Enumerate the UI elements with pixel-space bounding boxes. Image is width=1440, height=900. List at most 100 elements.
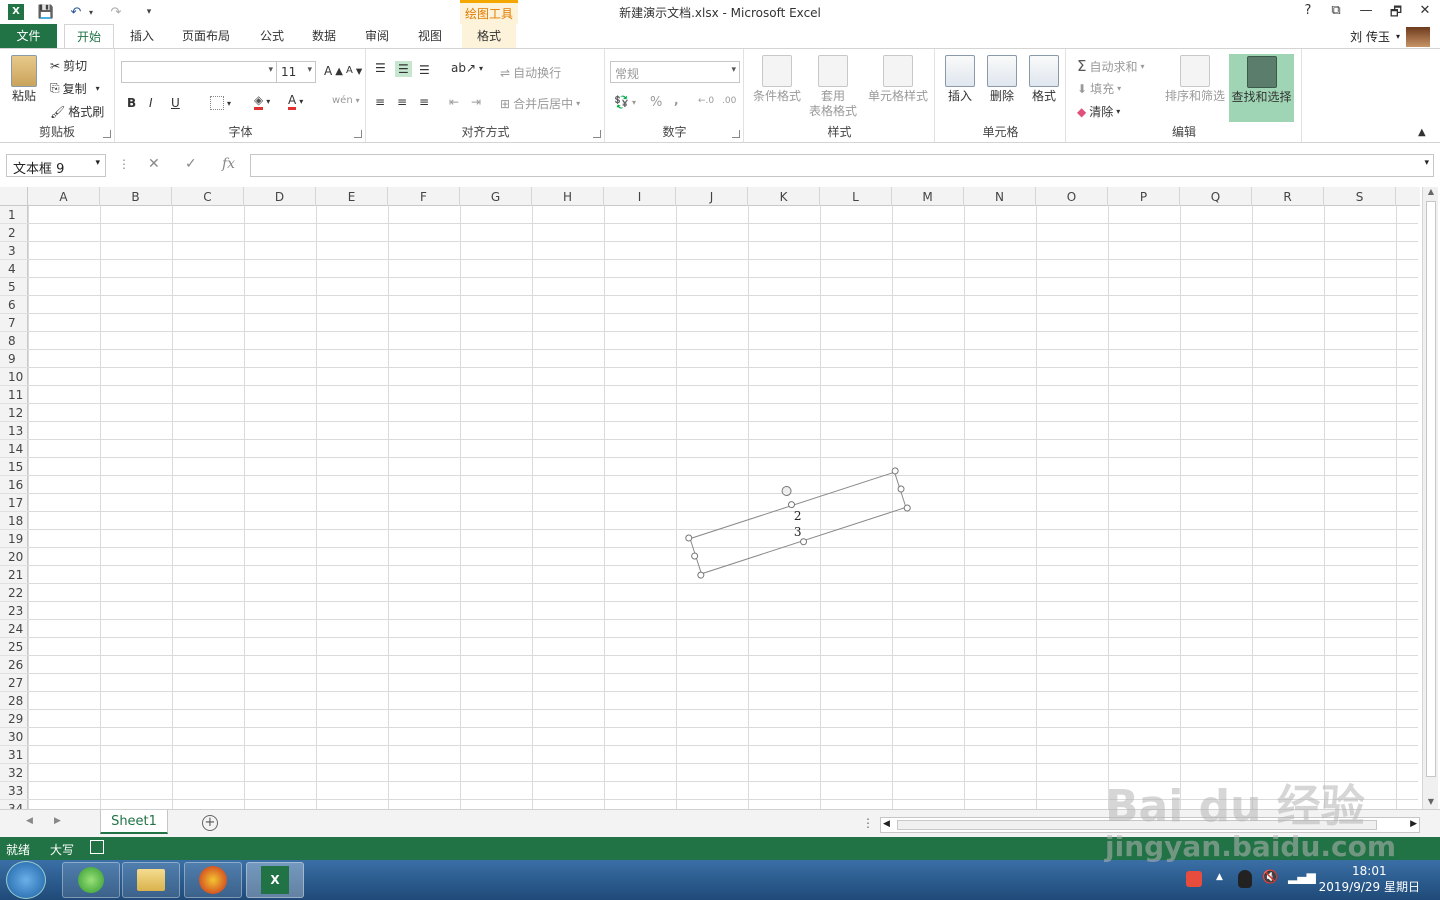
tray-volume-muted-icon[interactable]: 🔇 bbox=[1262, 870, 1278, 885]
text-box-content[interactable]: 2 3 bbox=[690, 504, 906, 540]
tray-network-icon[interactable]: ▂▄▆ bbox=[1288, 870, 1316, 884]
merge-center-button[interactable]: ⊞ 合并后居中 ▾ bbox=[500, 95, 580, 112]
orientation-icon[interactable]: ab↗ ▾ bbox=[451, 61, 483, 75]
column-header-c[interactable]: C bbox=[172, 187, 244, 206]
taskbar-browser-icon[interactable] bbox=[62, 862, 120, 898]
align-middle-icon[interactable]: ☰ bbox=[395, 61, 412, 77]
row-header-2[interactable]: 2 bbox=[0, 224, 28, 242]
clear-button[interactable]: ◆ 清除 ▾ bbox=[1077, 103, 1120, 120]
column-header-k[interactable]: K bbox=[748, 187, 820, 206]
column-header-d[interactable]: D bbox=[244, 187, 316, 206]
column-header-l[interactable]: L bbox=[820, 187, 892, 206]
vertical-scrollbar[interactable]: ▲ ▼ bbox=[1422, 187, 1438, 809]
format-painter-button[interactable]: 🖌 格式刷 bbox=[50, 103, 104, 120]
tab-file[interactable]: 文件 bbox=[0, 24, 57, 49]
row-header-11[interactable]: 11 bbox=[0, 386, 28, 404]
dialog-launcher-icon[interactable] bbox=[593, 130, 601, 138]
tab-format[interactable]: 格式 bbox=[462, 24, 516, 49]
row-header-5[interactable]: 5 bbox=[0, 278, 28, 296]
row-header-33[interactable]: 33 bbox=[0, 782, 28, 800]
row-header-10[interactable]: 10 bbox=[0, 368, 28, 386]
help-button[interactable]: ? bbox=[1298, 3, 1318, 21]
column-header-m[interactable]: M bbox=[892, 187, 964, 206]
restore-button[interactable]: 🗗 bbox=[1386, 3, 1406, 21]
format-cells-button[interactable]: 格式 bbox=[1026, 55, 1062, 104]
row-header-30[interactable]: 30 bbox=[0, 728, 28, 746]
font-size-combo[interactable]: 11 ▾ bbox=[276, 61, 316, 83]
column-header-n[interactable]: N bbox=[964, 187, 1036, 206]
taskbar-excel-icon[interactable]: X bbox=[246, 862, 304, 898]
dialog-launcher-icon[interactable] bbox=[103, 130, 111, 138]
taskbar-explorer-icon[interactable] bbox=[122, 862, 180, 898]
format-as-table-button[interactable]: 套用 表格格式 bbox=[803, 55, 863, 119]
scroll-thumb[interactable] bbox=[1426, 201, 1436, 777]
scroll-down-icon[interactable]: ▼ bbox=[1423, 797, 1439, 809]
row-header-1[interactable]: 1 bbox=[0, 206, 28, 224]
wrap-text-button[interactable]: ⇌ 自动换行 bbox=[500, 64, 561, 81]
percent-button[interactable]: % bbox=[650, 95, 662, 110]
row-header-19[interactable]: 19 bbox=[0, 530, 28, 548]
row-header-16[interactable]: 16 bbox=[0, 476, 28, 494]
scroll-sheets-right-icon[interactable]: ▶ bbox=[54, 816, 61, 826]
formula-input[interactable]: ▾ bbox=[250, 154, 1434, 177]
row-header-6[interactable]: 6 bbox=[0, 296, 28, 314]
row-header-13[interactable]: 13 bbox=[0, 422, 28, 440]
cancel-icon[interactable]: ✕ bbox=[148, 156, 160, 172]
align-left-icon[interactable]: ≡ bbox=[375, 95, 385, 109]
row-header-4[interactable]: 4 bbox=[0, 260, 28, 278]
dialog-launcher-icon[interactable] bbox=[354, 130, 362, 138]
name-box[interactable]: 文本框 9 ▾ bbox=[6, 154, 106, 177]
decrease-decimal-icon[interactable]: .00 bbox=[722, 96, 736, 106]
sheet-tab-sheet1[interactable]: Sheet1 bbox=[100, 810, 168, 834]
row-header-31[interactable]: 31 bbox=[0, 746, 28, 764]
column-header-o[interactable]: O bbox=[1036, 187, 1108, 206]
find-select-button[interactable]: 查找和选择 bbox=[1229, 54, 1294, 122]
column-header-q[interactable]: Q bbox=[1180, 187, 1252, 206]
row-header-12[interactable]: 12 bbox=[0, 404, 28, 422]
select-all-corner[interactable] bbox=[0, 187, 28, 206]
row-header-18[interactable]: 18 bbox=[0, 512, 28, 530]
font-color-button[interactable]: A ▾ bbox=[288, 93, 303, 110]
row-header-23[interactable]: 23 bbox=[0, 602, 28, 620]
row-header-22[interactable]: 22 bbox=[0, 584, 28, 602]
column-header-p[interactable]: P bbox=[1108, 187, 1180, 206]
row-header-14[interactable]: 14 bbox=[0, 440, 28, 458]
column-header-e[interactable]: E bbox=[316, 187, 388, 206]
tab-formulas[interactable]: 公式 bbox=[250, 24, 294, 49]
row-header-8[interactable]: 8 bbox=[0, 332, 28, 350]
phonetic-button[interactable]: wén ▾ bbox=[332, 95, 360, 106]
tray-sogou-icon[interactable] bbox=[1186, 871, 1202, 887]
row-header-20[interactable]: 20 bbox=[0, 548, 28, 566]
bold-button[interactable]: B bbox=[127, 96, 136, 110]
decrease-indent-icon[interactable]: ⇤ bbox=[449, 95, 459, 109]
insert-function-icon[interactable]: fx bbox=[222, 156, 235, 172]
scroll-up-icon[interactable]: ▲ bbox=[1423, 187, 1439, 199]
tab-view[interactable]: 视图 bbox=[408, 24, 452, 49]
grow-font-button[interactable]: A ▲ bbox=[324, 64, 343, 78]
row-header-32[interactable]: 32 bbox=[0, 764, 28, 782]
tray-show-hidden-icon[interactable]: ▲ bbox=[1216, 872, 1223, 882]
enter-icon[interactable]: ✓ bbox=[185, 156, 197, 172]
number-format-combo[interactable]: 常规 ▾ bbox=[610, 61, 740, 83]
row-header-3[interactable]: 3 bbox=[0, 242, 28, 260]
dialog-launcher-icon[interactable] bbox=[732, 130, 740, 138]
column-header-a[interactable]: A bbox=[28, 187, 100, 206]
copy-button[interactable]: ⎘ 复制 ▾ bbox=[50, 80, 100, 97]
column-header-s[interactable]: S bbox=[1324, 187, 1396, 206]
tab-page-layout[interactable]: 页面布局 bbox=[174, 24, 238, 49]
add-sheet-icon[interactable]: + bbox=[202, 815, 218, 831]
row-header-21[interactable]: 21 bbox=[0, 566, 28, 584]
column-header-h[interactable]: H bbox=[532, 187, 604, 206]
cut-button[interactable]: ✂ 剪切 bbox=[50, 57, 87, 74]
align-center-icon[interactable]: ≡ bbox=[397, 95, 407, 109]
column-header-r[interactable]: R bbox=[1252, 187, 1324, 206]
scroll-sheets-left-icon[interactable]: ◀ bbox=[26, 816, 33, 826]
sort-filter-button[interactable]: 排序和筛选 bbox=[1163, 55, 1227, 104]
row-header-29[interactable]: 29 bbox=[0, 710, 28, 728]
align-bottom-icon[interactable]: ☰ bbox=[419, 63, 430, 77]
row-header-9[interactable]: 9 bbox=[0, 350, 28, 368]
row-header-25[interactable]: 25 bbox=[0, 638, 28, 656]
column-header-j[interactable]: J bbox=[676, 187, 748, 206]
conditional-formatting-button[interactable]: 条件格式 bbox=[749, 55, 805, 104]
collapse-ribbon-icon[interactable]: ▲ bbox=[1418, 127, 1426, 138]
